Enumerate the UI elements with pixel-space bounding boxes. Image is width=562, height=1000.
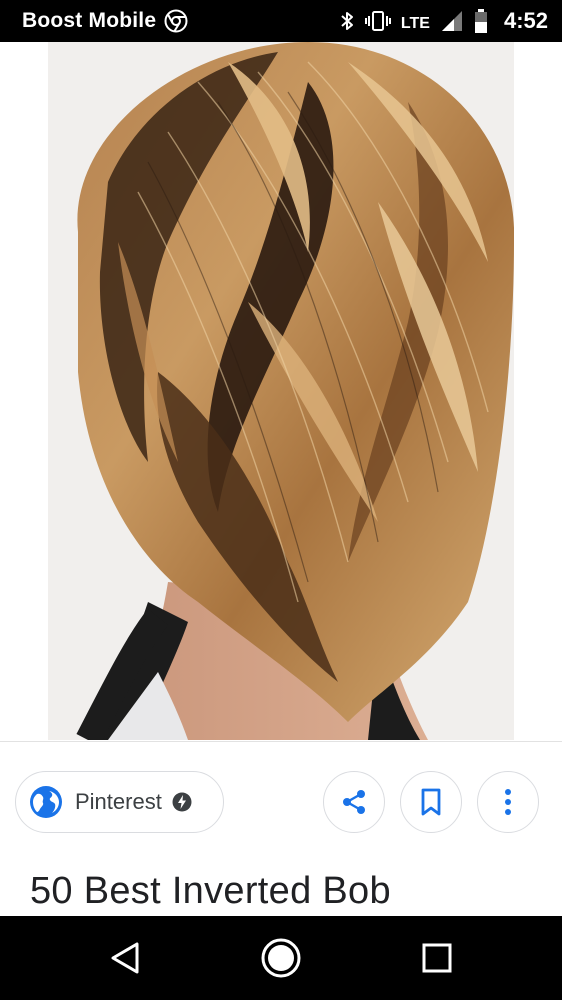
share-icon [343,790,365,814]
battery-icon [474,9,487,33]
result-title[interactable]: 50 Best Inverted Bob [30,870,391,913]
share-button[interactable] [323,771,385,833]
chrome-icon [164,9,188,33]
back-button[interactable] [99,932,151,984]
amp-bolt-icon [172,792,192,812]
bluetooth-icon [341,12,353,30]
globe-icon [30,786,62,818]
back-icon [111,942,139,974]
carrier-name: Boost Mobile [22,9,157,32]
image-viewer[interactable] [0,42,562,742]
home-button[interactable] [255,932,307,984]
vibrate-icon [364,11,391,31]
hair-photo[interactable] [48,42,514,740]
source-chip[interactable]: Pinterest [15,771,224,833]
status-icons: LTE 4:52 [339,8,548,34]
network-type: LTE [400,15,430,32]
more-vert-icon [505,789,511,815]
hair-photo-graphic [48,42,514,740]
source-label[interactable]: Pinterest [75,789,162,815]
status-bar: Boost Mobile LTE 4:52 [0,0,562,42]
recents-button[interactable] [411,932,463,984]
screen: Boost Mobile LTE 4:52 Pinterest 50 Best … [0,0,562,1000]
save-button[interactable] [400,771,462,833]
more-options-button[interactable] [477,771,539,833]
divider [0,741,562,742]
signal-icon [441,11,462,31]
bookmark-icon [421,788,441,816]
clock: 4:52 [503,8,548,33]
navigation-bar [0,916,562,1000]
home-icon [261,938,301,978]
recents-icon [422,943,452,973]
